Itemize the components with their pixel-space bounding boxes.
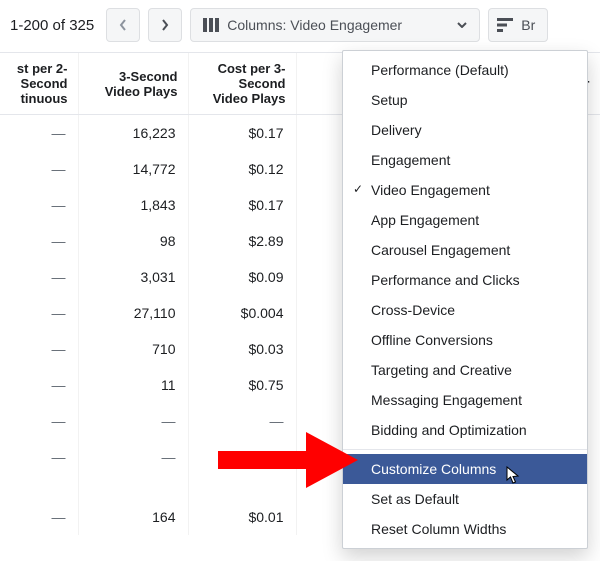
table-cell: 3,031	[78, 259, 188, 295]
prev-page-button[interactable]	[106, 8, 140, 42]
breakdown-label: Br	[521, 17, 535, 33]
dropdown-item[interactable]: Setup	[343, 85, 587, 115]
table-cell: 11	[78, 367, 188, 403]
pagination-label: 1-200 of 325	[10, 17, 98, 34]
table-cell: —	[0, 151, 78, 187]
table-cell: 164	[78, 499, 188, 535]
table-cell: —	[0, 439, 78, 475]
dropdown-item[interactable]: Reset Column Widths	[343, 514, 587, 544]
dropdown-item[interactable]: Targeting and Creative	[343, 355, 587, 385]
table-cell: 14,772	[78, 151, 188, 187]
next-page-button[interactable]	[148, 8, 182, 42]
dropdown-item[interactable]: Cross-Device	[343, 295, 587, 325]
dropdown-item[interactable]: Performance (Default)	[343, 55, 587, 85]
table-cell: —	[0, 403, 78, 439]
dropdown-item[interactable]: Carousel Engagement	[343, 235, 587, 265]
chevron-right-icon	[161, 19, 169, 31]
table-cell: $2.89	[188, 223, 296, 259]
dropdown-item[interactable]: Offline Conversions	[343, 325, 587, 355]
columns-label: Columns: Video Engagemer	[227, 17, 402, 33]
table-cell: 16,223	[78, 115, 188, 152]
table-cell: $0.75	[188, 367, 296, 403]
table-cell: —	[188, 439, 296, 475]
table-cell: —	[0, 499, 78, 535]
dropdown-separator	[343, 449, 587, 450]
dropdown-item[interactable]: Customize Columns	[343, 454, 587, 484]
chevron-down-icon	[457, 22, 467, 28]
table-cell: 1,843	[78, 187, 188, 223]
dropdown-item[interactable]: Delivery	[343, 115, 587, 145]
columns-dropdown-menu: Performance (Default)SetupDeliveryEngage…	[342, 50, 588, 549]
table-cell: —	[78, 403, 188, 439]
dropdown-item[interactable]: Set as Default	[343, 484, 587, 514]
breakdown-button[interactable]: Br	[488, 8, 548, 42]
table-cell: $0.01	[188, 499, 296, 535]
columns-icon	[203, 18, 219, 32]
table-cell: $0.03	[188, 331, 296, 367]
table-cell: 710	[78, 331, 188, 367]
columns-dropdown-button[interactable]: Columns: Video Engagemer	[190, 8, 480, 42]
table-cell: —	[0, 367, 78, 403]
breakdown-icon	[497, 18, 513, 32]
column-header[interactable]: Cost per 3-SecondVideo Plays	[188, 53, 296, 115]
table-cell: $0.17	[188, 187, 296, 223]
dropdown-item[interactable]: Engagement	[343, 145, 587, 175]
table-cell: —	[0, 295, 78, 331]
table-cell: $0.09	[188, 259, 296, 295]
table-cell: $0.12	[188, 151, 296, 187]
dropdown-item[interactable]: App Engagement	[343, 205, 587, 235]
table-cell: —	[0, 331, 78, 367]
toolbar: 1-200 of 325 Columns: Video Engagemer Br	[0, 0, 600, 53]
column-header[interactable]: st per 2-Secondtinuous	[0, 53, 78, 115]
table-cell: $0.17	[188, 115, 296, 152]
table-cell: $0.004	[188, 295, 296, 331]
table-cell: 27,110	[78, 295, 188, 331]
column-header[interactable]: 3-SecondVideo Plays	[78, 53, 188, 115]
chevron-left-icon	[119, 19, 127, 31]
table-cell: —	[188, 403, 296, 439]
dropdown-item[interactable]: Bidding and Optimization	[343, 415, 587, 445]
table-cell: —	[0, 223, 78, 259]
table-cell: —	[0, 115, 78, 152]
table-cell: 98	[78, 223, 188, 259]
dropdown-item[interactable]: Messaging Engagement	[343, 385, 587, 415]
table-cell: —	[0, 187, 78, 223]
table-cell: —	[0, 259, 78, 295]
table-cell: —	[78, 439, 188, 475]
dropdown-item[interactable]: Video Engagement	[343, 175, 587, 205]
dropdown-item[interactable]: Performance and Clicks	[343, 265, 587, 295]
